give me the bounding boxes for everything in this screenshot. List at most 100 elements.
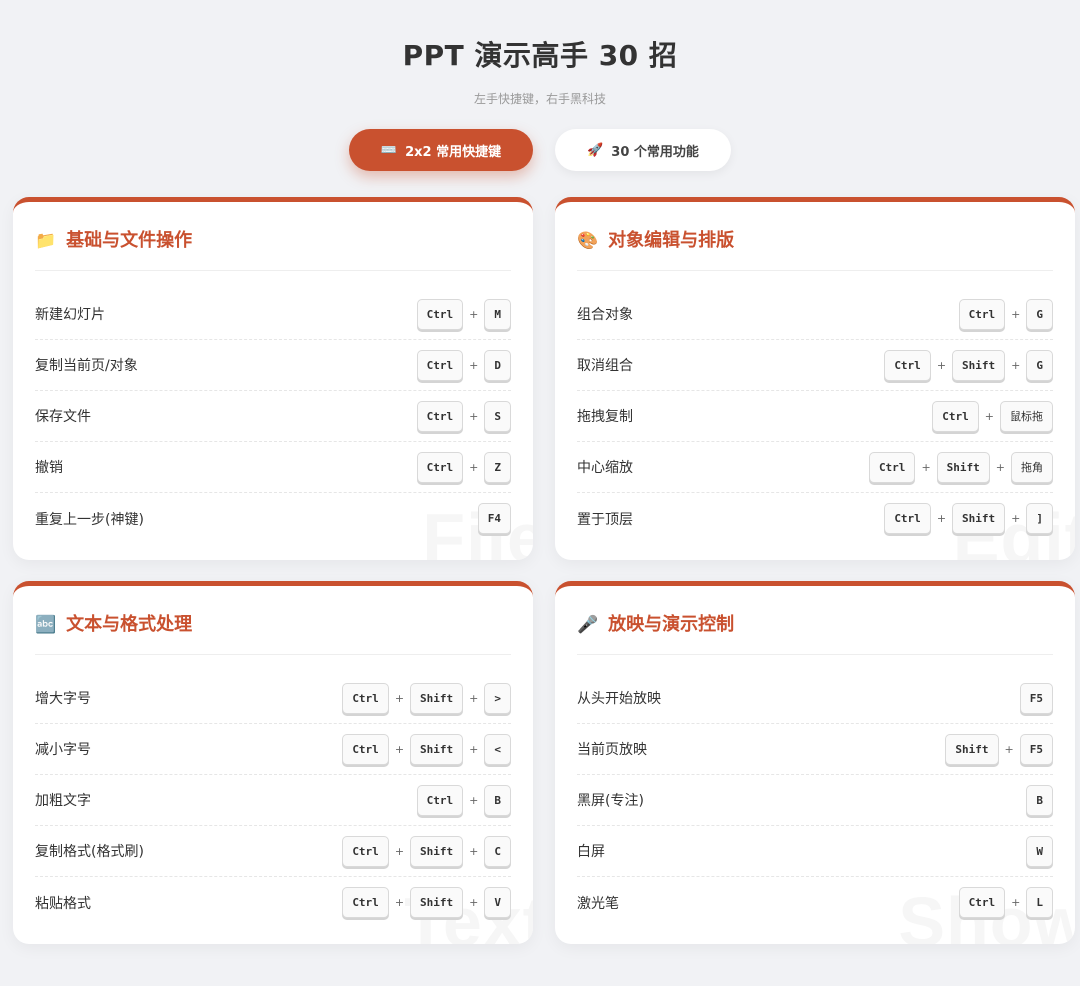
shortcut-label: 白屏 bbox=[577, 844, 605, 860]
shortcut-row: 撤销 Ctrl + Z bbox=[35, 442, 511, 493]
keycap: Shift bbox=[410, 682, 464, 714]
keyboard-icon: ⌨️ bbox=[380, 142, 398, 158]
shortcut-row: 拖拽复制 Ctrl + 鼠标拖 bbox=[577, 391, 1053, 442]
shortcut-row: 重复上一步(神键) F4 bbox=[35, 493, 511, 544]
plus-sign: + bbox=[984, 409, 994, 423]
keycap: Shift bbox=[410, 733, 464, 765]
keycap: 拖角 bbox=[1011, 451, 1053, 483]
key-combo: Ctrl + Shift + < bbox=[342, 733, 511, 765]
abc-icon: 🔤 bbox=[35, 615, 57, 635]
key-combo: Shift + F5 bbox=[945, 733, 1053, 765]
keycap: C bbox=[484, 835, 511, 867]
plus-sign: + bbox=[394, 844, 405, 858]
page-title: PPT 演示高手 30 招 bbox=[402, 39, 678, 72]
card-header: 🔤 文本与格式处理 bbox=[35, 613, 511, 655]
shortcut-row: 粘贴格式 Ctrl + Shift + V bbox=[35, 877, 511, 928]
keycap: Ctrl bbox=[958, 887, 1006, 918]
key-combo: Ctrl + B bbox=[416, 784, 511, 816]
plus-sign: + bbox=[921, 460, 931, 474]
microphone-icon: 🎤 bbox=[577, 615, 599, 635]
shortcut-label: 加粗文字 bbox=[35, 793, 91, 809]
plus-sign: + bbox=[394, 742, 405, 756]
keycap: Ctrl bbox=[416, 784, 464, 816]
tab-shortcuts[interactable]: ⌨️ 2x2 常用快捷键 bbox=[349, 129, 533, 171]
shortcut-label: 拖拽复制 bbox=[577, 409, 633, 425]
key-combo: F4 bbox=[477, 503, 511, 534]
plus-sign: + bbox=[469, 691, 479, 705]
shortcut-row: 白屏 W bbox=[577, 826, 1053, 877]
card-title: 对象编辑与排版 bbox=[608, 230, 735, 251]
card-title: 文本与格式处理 bbox=[66, 614, 193, 635]
keycap: Ctrl bbox=[342, 887, 389, 918]
plus-sign: + bbox=[1011, 512, 1021, 525]
key-combo: Ctrl + Shift + V bbox=[342, 887, 511, 918]
tab-features[interactable]: 🚀 30 个常用功能 bbox=[555, 129, 731, 171]
shortcut-label: 从头开始放映 bbox=[577, 691, 661, 707]
shortcut-label: 新建幻灯片 bbox=[35, 307, 105, 323]
shortcut-label: 粘贴格式 bbox=[35, 895, 91, 912]
key-combo: Ctrl + S bbox=[416, 400, 511, 432]
key-combo: F5 bbox=[1019, 682, 1053, 714]
shortcut-label: 增大字号 bbox=[35, 691, 91, 707]
shortcut-label: 复制格式(格式刷) bbox=[35, 844, 144, 860]
plus-sign: + bbox=[936, 512, 947, 525]
folder-icon: 📁 bbox=[35, 231, 57, 251]
card-slideshow: Show🎤放映与演示控制从头开始放映F5当前页放映Shift+F5黑屏(专注)B… bbox=[555, 581, 1075, 944]
card-text-format: Text 🔤 文本与格式处理 增大字号 Ctrl + Shift + > 减小字号 Ctrl + Shi… bbox=[13, 581, 533, 944]
plus-sign: + bbox=[1004, 742, 1014, 756]
keycap: B bbox=[484, 784, 511, 816]
shortcut-row: 复制格式(格式刷) Ctrl + Shift + C bbox=[35, 826, 511, 877]
card-header: 🎤 放映与演示控制 bbox=[577, 613, 1053, 655]
keycap: Shift bbox=[952, 503, 1006, 534]
plus-sign: + bbox=[469, 844, 479, 858]
rocket-icon: 🚀 bbox=[587, 142, 604, 158]
tab-bar: ⌨️ 2x2 常用快捷键 🚀 30 个常用功能 bbox=[0, 129, 1080, 171]
plus-sign: + bbox=[1011, 896, 1021, 909]
key-combo: B bbox=[1026, 784, 1053, 816]
keycap: Ctrl bbox=[884, 349, 931, 381]
shortcut-row: 加粗文字 Ctrl + B bbox=[35, 775, 511, 826]
keycap: Ctrl bbox=[416, 451, 464, 483]
key-combo: Ctrl + G bbox=[958, 298, 1053, 330]
plus-sign: + bbox=[469, 896, 479, 909]
shortcut-list: 新建幻灯片 Ctrl + M 复制当前页/对象 Ctrl + D 保存文件 Ctrl + S 撤销 Ctr… bbox=[35, 289, 511, 544]
key-combo: Ctrl + Shift + 拖角 bbox=[868, 451, 1053, 483]
shortcut-label: 重复上一步(神键) bbox=[35, 511, 144, 528]
card-header: 📁 基础与文件操作 bbox=[35, 229, 511, 271]
keycap: Ctrl bbox=[884, 503, 931, 534]
key-combo: Ctrl + Shift +] bbox=[884, 503, 1053, 534]
keycap: Ctrl bbox=[958, 298, 1006, 330]
plus-sign: + bbox=[394, 896, 405, 909]
shortcut-row: 增大字号 Ctrl + Shift + > bbox=[35, 673, 511, 724]
shortcut-row: 当前页放映 Shift + F5 bbox=[577, 724, 1053, 775]
keycap: Shift bbox=[945, 733, 999, 765]
keycap: Ctrl bbox=[868, 451, 916, 483]
key-combo: Ctrl + L bbox=[958, 887, 1053, 918]
shortcut-label: 激光笔 bbox=[577, 895, 619, 912]
shortcut-label: 中心缩放 bbox=[577, 460, 633, 476]
keycap: ] bbox=[1026, 503, 1053, 534]
keycap: G bbox=[1026, 349, 1053, 381]
shortcut-row: 新建幻灯片 Ctrl + M bbox=[35, 289, 511, 340]
shortcut-row: 从头开始放映 F5 bbox=[577, 673, 1053, 724]
shortcut-label: 黑屏(专注) bbox=[577, 793, 644, 809]
shortcut-label: 取消组合 bbox=[577, 358, 633, 374]
card-file-ops: File📁基础与文件操作新建幻灯片Ctrl+M复制当前页/对象Ctrl+D保存文… bbox=[13, 197, 533, 560]
shortcut-label: 当前页放映 bbox=[577, 742, 647, 758]
plus-sign: + bbox=[1011, 358, 1021, 372]
keycap: Shift bbox=[936, 451, 990, 483]
keycap: F5 bbox=[1019, 733, 1053, 765]
shortcut-row: 激光笔 Ctrl + L bbox=[577, 877, 1053, 928]
shortcut-row: 取消组合 Ctrl + Shift + G bbox=[577, 340, 1053, 391]
page-subtitle: 左手快捷键，右手黑科技 bbox=[473, 92, 606, 106]
plus-sign: + bbox=[936, 358, 947, 372]
keycap: G bbox=[1026, 298, 1053, 330]
card-header: 🎨 对象编辑与排版 bbox=[577, 229, 1053, 271]
shortcut-list: 从头开始放映 F5 当前页放映 Shift + F5 黑屏(专注) B 白屏 W 激光笔 Ctrl + L bbox=[577, 673, 1053, 928]
shortcut-label: 减小字号 bbox=[35, 742, 91, 758]
keycap: Shift bbox=[410, 835, 464, 867]
keycap: Ctrl bbox=[932, 400, 979, 432]
key-combo: Ctrl + D bbox=[416, 349, 511, 381]
shortcut-row: 减小字号 Ctrl + Shift + < bbox=[35, 724, 511, 775]
keycap: Shift bbox=[952, 349, 1006, 381]
